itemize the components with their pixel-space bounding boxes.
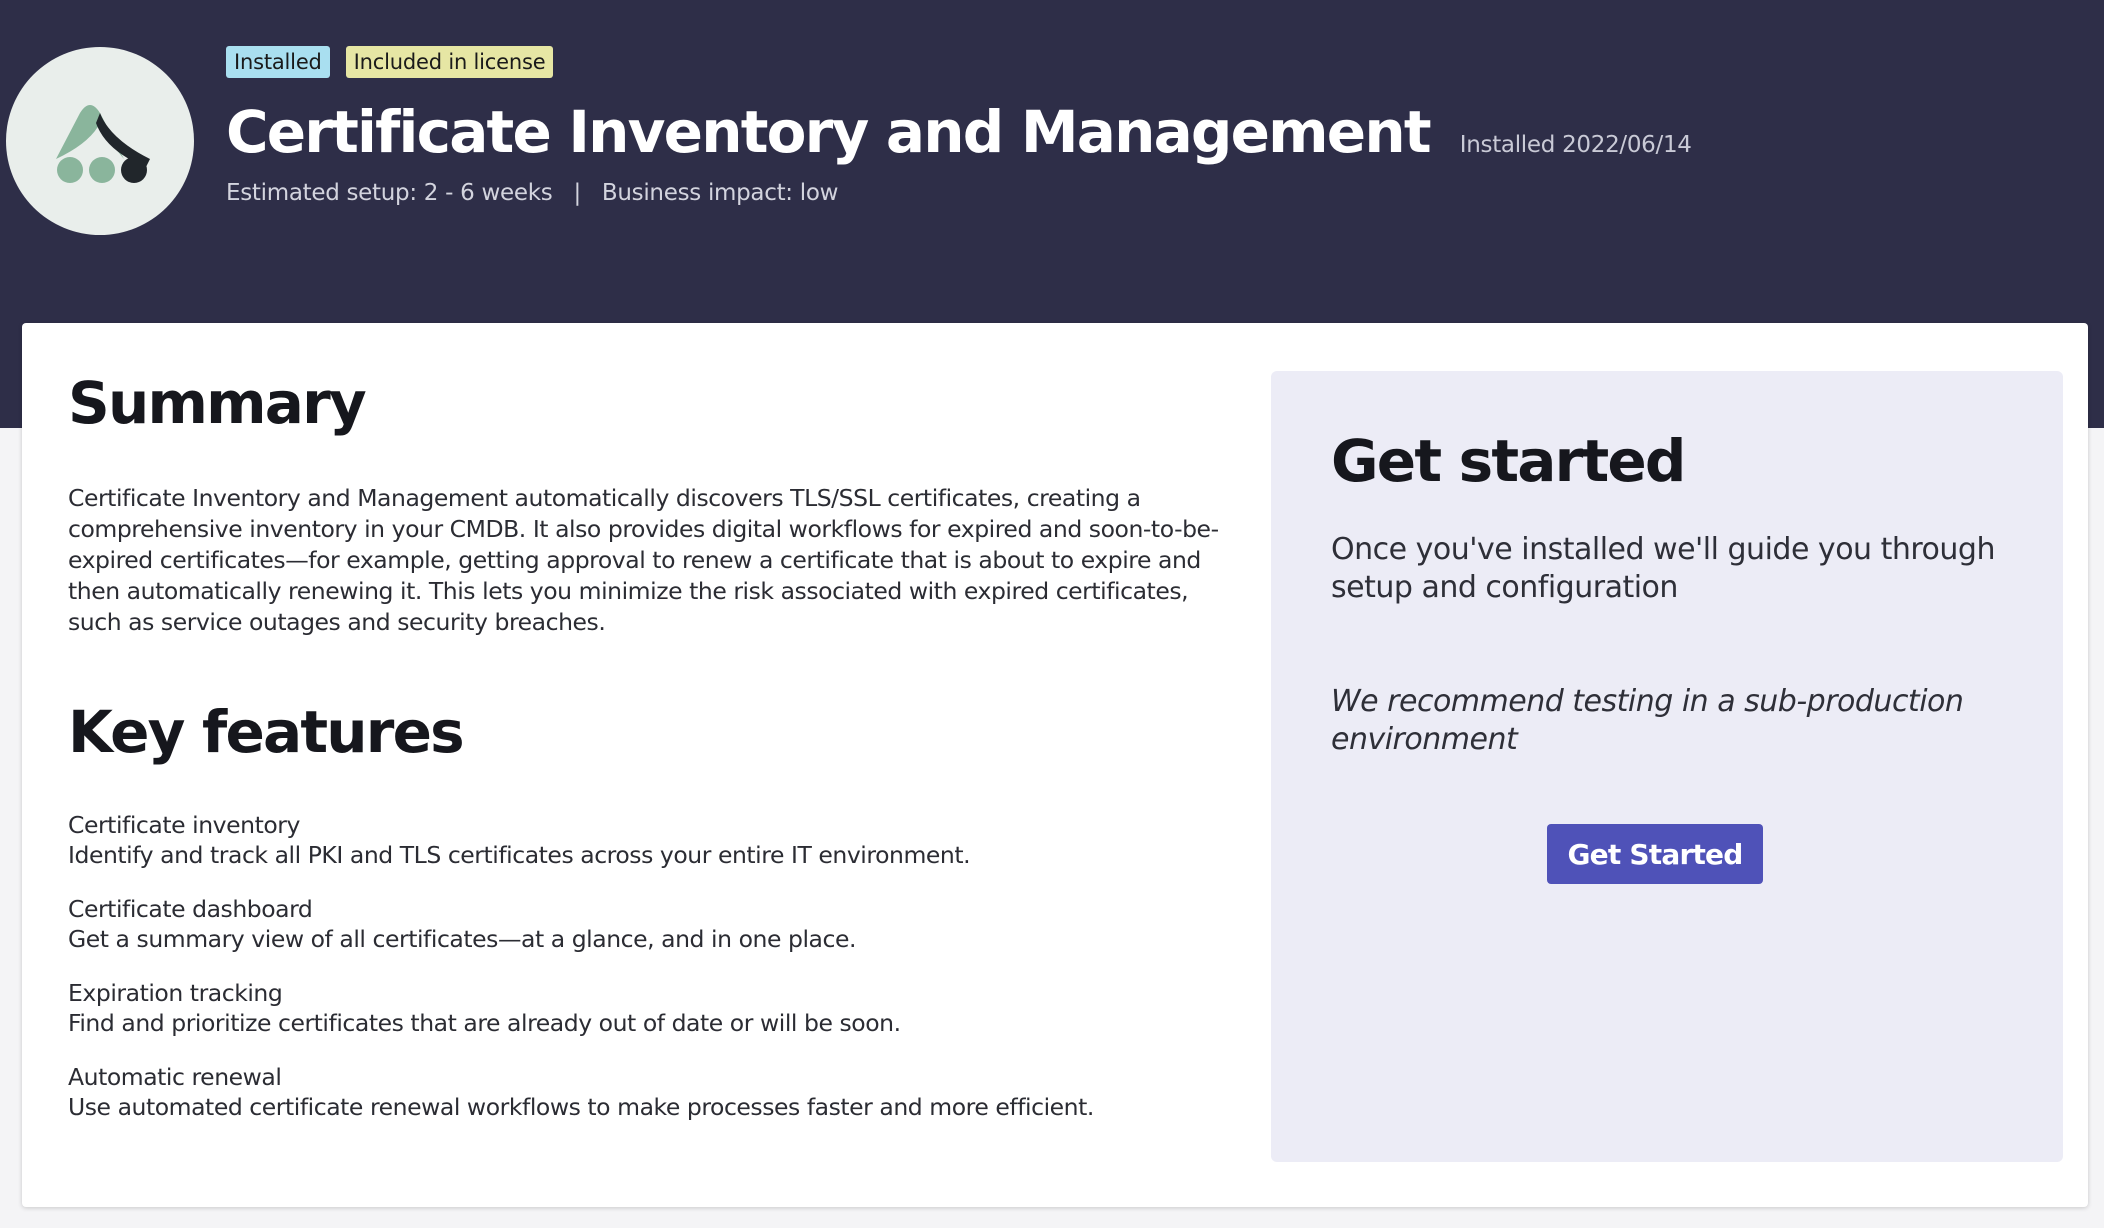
feature-title: Automatic renewal xyxy=(68,1063,282,1091)
meta-separator: | xyxy=(573,180,581,206)
feature-title: Certificate inventory xyxy=(68,811,300,839)
app-meta: Estimated setup: 2 - 6 weeks | Business … xyxy=(226,180,838,206)
installed-date: Installed 2022/06/14 xyxy=(1459,132,1692,158)
feature-title: Certificate dashboard xyxy=(68,895,313,923)
feature-description: Use automated certificate renewal workfl… xyxy=(68,1093,1094,1121)
impact-value: low xyxy=(799,180,839,206)
feature-list: Certificate inventory Identify and track… xyxy=(68,810,1238,1122)
summary-text: Certificate Inventory and Management aut… xyxy=(68,484,1219,636)
summary-heading: Summary xyxy=(68,369,367,437)
testing-recommendation: We recommend testing in a sub-production… xyxy=(1331,684,1964,757)
license-badge: Included in license xyxy=(345,46,554,78)
feature-item: Certificate inventory Identify and track… xyxy=(68,810,1238,870)
setup-label: Estimated setup: xyxy=(226,180,417,206)
app-description: Summary Certificate Inventory and Manage… xyxy=(68,363,1238,1146)
page-title: Certificate Inventory and Management xyxy=(226,98,1432,166)
feature-title: Expiration tracking xyxy=(68,979,283,1007)
feature-item: Automatic renewal Use automated certific… xyxy=(68,1062,1238,1122)
impact-label: Business impact: xyxy=(601,180,793,206)
feature-description: Identify and track all PKI and TLS certi… xyxy=(68,841,971,869)
get-started-heading: Get started xyxy=(1331,427,1686,495)
feature-description: Find and prioritize certificates that ar… xyxy=(68,1009,901,1037)
title-row: Certificate Inventory and Management Ins… xyxy=(226,92,1692,172)
app-logo-icon xyxy=(6,47,194,235)
get-started-text: Once you've installed we'll guide you th… xyxy=(1331,532,1995,605)
status-badges: Installed Included in license xyxy=(226,46,554,78)
get-started-button[interactable]: Get Started xyxy=(1547,824,1763,884)
get-started-panel: Get started Once you've installed we'll … xyxy=(1271,371,2063,1162)
feature-description: Get a summary view of all certificates—a… xyxy=(68,925,856,953)
app-detail-card: Summary Certificate Inventory and Manage… xyxy=(22,323,2088,1207)
setup-value: 2 - 6 weeks xyxy=(423,180,553,206)
feature-item: Certificate dashboard Get a summary view… xyxy=(68,894,1238,954)
installed-badge: Installed xyxy=(226,46,330,78)
key-features-heading: Key features xyxy=(68,698,465,766)
feature-item: Expiration tracking Find and prioritize … xyxy=(68,978,1238,1038)
